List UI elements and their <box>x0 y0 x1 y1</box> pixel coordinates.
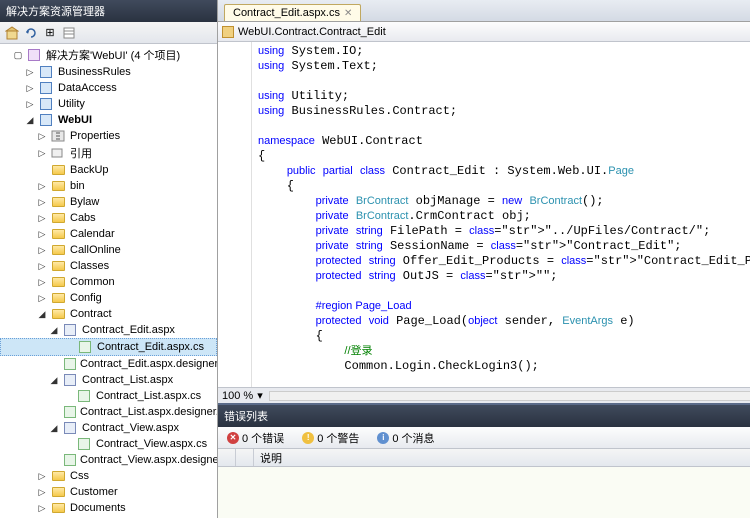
file-contract-edit-aspx[interactable]: ◢Contract_Edit.aspx <box>0 322 217 338</box>
folder-customer[interactable]: ▷Customer <box>0 484 217 500</box>
warnings-filter-button[interactable]: !0 个警告 <box>297 428 364 448</box>
document-tabbar: Contract_Edit.aspx.cs ✕ <box>218 0 750 22</box>
project-businessrules[interactable]: ▷BusinessRules <box>0 64 217 80</box>
tab-contract-edit-cs[interactable]: Contract_Edit.aspx.cs ✕ <box>224 4 361 21</box>
refresh-icon[interactable] <box>23 25 39 41</box>
file-contract-list-designer[interactable]: Contract_List.aspx.designer.cs <box>0 404 217 420</box>
folder-calendar[interactable]: ▷Calendar <box>0 226 217 242</box>
tab-label: Contract_Edit.aspx.cs <box>233 7 340 19</box>
info-icon: i <box>377 432 389 444</box>
folder-bylaw[interactable]: ▷Bylaw <box>0 194 217 210</box>
folder-callonline[interactable]: ▷CallOnline <box>0 242 217 258</box>
file-contract-view-aspx[interactable]: ◢Contract_View.aspx <box>0 420 217 436</box>
folder-documents[interactable]: ▷Documents <box>0 500 217 516</box>
messages-filter-button[interactable]: i0 个消息 <box>372 428 439 448</box>
folder-contract[interactable]: ◢Contract <box>0 306 217 322</box>
file-contract-view-cs[interactable]: Contract_View.aspx.cs <box>0 436 217 452</box>
folder-css[interactable]: ▷Css <box>0 468 217 484</box>
folder-classes[interactable]: ▷Classes <box>0 258 217 274</box>
project-webui[interactable]: ◢WebUI <box>0 112 217 128</box>
horizontal-scrollbar[interactable] <box>269 391 750 401</box>
properties-icon[interactable] <box>61 25 77 41</box>
solution-explorer: 解决方案资源管理器 ⊞ ▢解决方案'WebUI' (4 个项目) ▷Busine… <box>0 0 218 518</box>
error-columns: 说明 文件 行 列 <box>218 449 750 467</box>
folder-references[interactable]: ▷引用 <box>0 144 217 162</box>
col-description[interactable]: 说明 <box>254 449 750 466</box>
project-dataaccess[interactable]: ▷DataAccess <box>0 80 217 96</box>
member-navbar: WebUI.Contract.Contract_Edit FilePath <box>218 22 750 42</box>
errors-filter-button[interactable]: ✕0 个错误 <box>222 428 289 448</box>
dropdown-icon[interactable]: ▾ <box>257 389 263 402</box>
file-contract-edit-cs[interactable]: Contract_Edit.aspx.cs <box>0 338 217 356</box>
solution-node[interactable]: ▢解决方案'WebUI' (4 个项目) <box>0 46 217 64</box>
main-area: Contract_Edit.aspx.cs ✕ WebUI.Contract.C… <box>218 0 750 518</box>
folder-cabs[interactable]: ▷Cabs <box>0 210 217 226</box>
error-list-title: 错误列表 <box>218 405 750 427</box>
error-list-panel: 错误列表 ✕0 个错误 !0 个警告 i0 个消息 说明 文件 行 列 <box>218 403 750 518</box>
folder-properties[interactable]: ▷Properties <box>0 128 217 144</box>
editor-status-bar: 100 % ▾ <box>218 387 750 403</box>
close-icon[interactable]: ✕ <box>344 8 352 19</box>
explorer-title: 解决方案资源管理器 <box>0 0 217 22</box>
project-utility[interactable]: ▷Utility <box>0 96 217 112</box>
folder-config[interactable]: ▷Config <box>0 290 217 306</box>
file-contract-edit-designer[interactable]: Contract_Edit.aspx.designer.c <box>0 356 217 372</box>
col-num[interactable] <box>236 449 254 466</box>
class-icon <box>222 26 234 38</box>
col-icon[interactable] <box>218 449 236 466</box>
zoom-level[interactable]: 100 % <box>222 390 253 402</box>
solution-tree[interactable]: ▢解决方案'WebUI' (4 个项目) ▷BusinessRules ▷Dat… <box>0 44 217 518</box>
folder-backup[interactable]: BackUp <box>0 162 217 178</box>
showall-icon[interactable]: ⊞ <box>42 25 58 41</box>
code-editor[interactable]: using System.IO; using System.Text; usin… <box>218 42 750 387</box>
class-dropdown[interactable]: WebUI.Contract.Contract_Edit <box>218 22 750 41</box>
error-icon: ✕ <box>227 432 239 444</box>
error-toolbar: ✕0 个错误 !0 个警告 i0 个消息 <box>218 427 750 449</box>
file-contract-list-cs[interactable]: Contract_List.aspx.cs <box>0 388 217 404</box>
folder-bin[interactable]: ▷bin <box>0 178 217 194</box>
file-contract-list-aspx[interactable]: ◢Contract_List.aspx <box>0 372 217 388</box>
error-list-body[interactable] <box>218 467 750 518</box>
explorer-toolbar: ⊞ <box>0 22 217 44</box>
file-contract-view-designer[interactable]: Contract_View.aspx.designer.c <box>0 452 217 468</box>
editor-gutter <box>218 42 252 387</box>
warning-icon: ! <box>302 432 314 444</box>
home-icon[interactable] <box>4 25 20 41</box>
code-content[interactable]: using System.IO; using System.Text; usin… <box>252 42 750 387</box>
folder-common[interactable]: ▷Common <box>0 274 217 290</box>
